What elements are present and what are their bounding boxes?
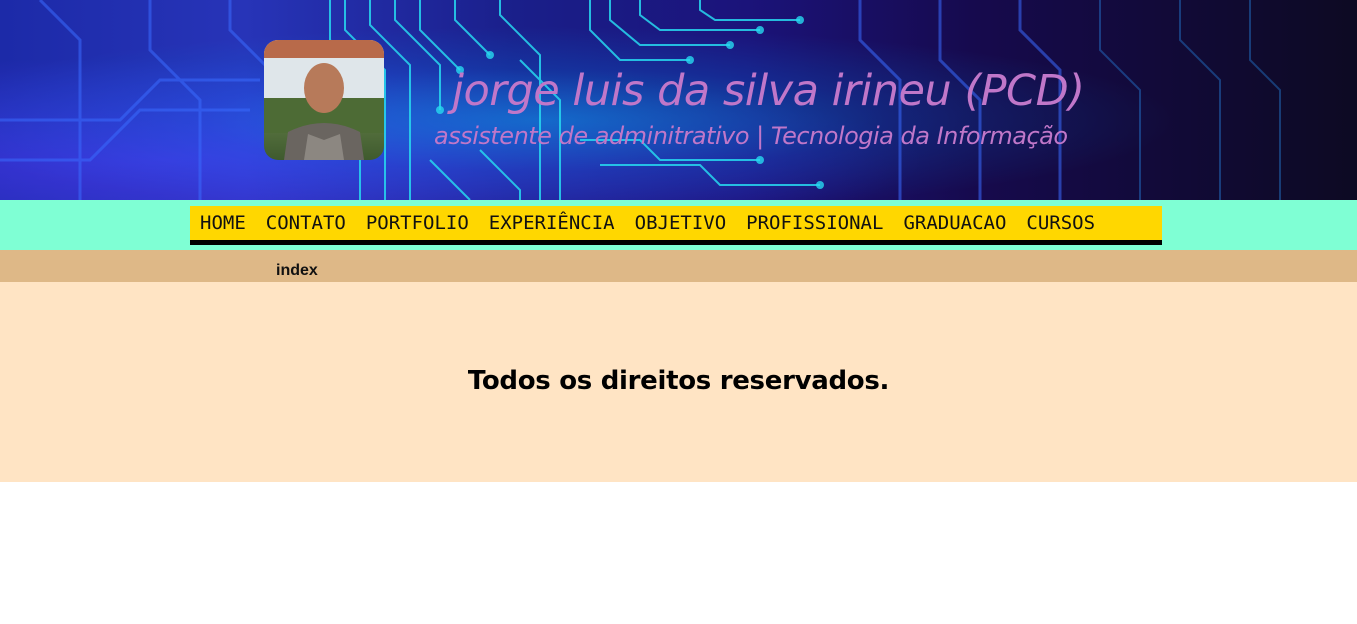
nav-item-home[interactable]: HOME bbox=[190, 212, 256, 234]
footer: Todos os direitos reservados. bbox=[0, 282, 1357, 482]
header-banner: jorge luis da silva irineu (PCD) assiste… bbox=[0, 0, 1357, 200]
site-title: jorge luis da silva irineu (PCD) bbox=[452, 66, 1085, 116]
navigation-strip: HOME CONTATO PORTFOLIO EXPERIÊNCIA OBJET… bbox=[0, 200, 1357, 250]
nav-item-graduacao[interactable]: GRADUACAO bbox=[893, 212, 1016, 234]
nav-item-profissional[interactable]: PROFISSIONAL bbox=[736, 212, 893, 234]
nav-item-objetivo[interactable]: OBJETIVO bbox=[625, 212, 737, 234]
breadcrumb: index bbox=[0, 250, 1357, 282]
copyright-text: Todos os direitos reservados. bbox=[467, 366, 890, 396]
nav-item-experiencia[interactable]: EXPERIÊNCIA bbox=[479, 212, 625, 234]
main-menu: HOME CONTATO PORTFOLIO EXPERIÊNCIA OBJET… bbox=[190, 206, 1162, 245]
nav-item-cursos[interactable]: CURSOS bbox=[1016, 212, 1105, 234]
site-subtitle: assistente de adminitrativo | Tecnologia… bbox=[434, 122, 1068, 150]
nav-item-portfolio[interactable]: PORTFOLIO bbox=[356, 212, 479, 234]
nav-item-contato[interactable]: CONTATO bbox=[256, 212, 356, 234]
profile-photo bbox=[264, 40, 384, 160]
breadcrumb-current-page: index bbox=[276, 262, 318, 279]
